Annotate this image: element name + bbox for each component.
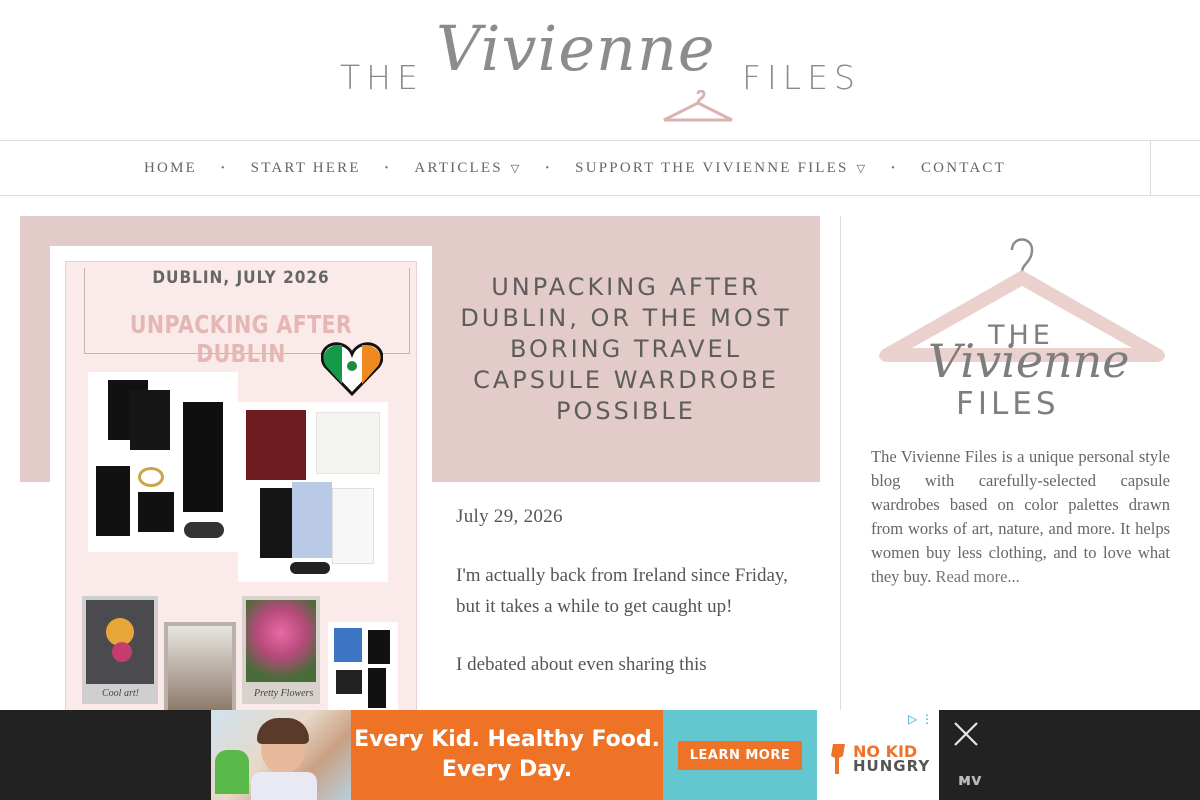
collage-date: DUBLIN, JULY 2026 xyxy=(152,268,330,288)
nav-label: START HERE xyxy=(250,159,361,176)
post-date: July 29, 2026 xyxy=(456,506,563,527)
nav-item-articles[interactable]: ARTICLES ▽ xyxy=(414,160,521,177)
bottom-ad-bar: Every Kid. Healthy Food. Every Day. LEAR… xyxy=(0,710,1200,800)
site-header: THE Vivienne FILES xyxy=(0,0,1200,140)
close-icon[interactable] xyxy=(952,720,980,748)
main-nav: HOME • START HERE • ARTICLES ▽ • SUPPORT … xyxy=(0,140,1200,196)
photo-street xyxy=(164,622,236,715)
sidebar-logo[interactable]: THE Vivienne FILES xyxy=(872,220,1172,425)
ad-headline-1: Every Kid. Healthy Food. xyxy=(354,727,660,752)
post-title-area: UNPACKING AFTER DUBLIN, OR THE MOST BORI… xyxy=(432,216,820,482)
dropdown-caret-icon: ▽ xyxy=(510,162,522,175)
nav-label: ARTICLES xyxy=(414,159,503,176)
nav-label: SUPPORT THE VIVIENNE FILES xyxy=(575,159,849,176)
ad-brand-block: ▷ ⋮ NO KID HUNGRY xyxy=(817,710,939,800)
logo-script: Vivienne xyxy=(436,12,716,85)
nav-item-contact[interactable]: CONTACT xyxy=(921,160,1006,177)
no-kid-hungry-logo: NO KID HUNGRY xyxy=(829,742,930,776)
nav-separator: • xyxy=(891,162,897,174)
post-featured-image[interactable]: DUBLIN, JULY 2026 UNPACKING AFTER DUBLIN xyxy=(50,246,432,716)
adchoices-icon[interactable]: ▷ ⋮ xyxy=(908,712,933,726)
nav-label: HOME xyxy=(144,159,197,176)
read-more-link[interactable]: Read more... xyxy=(935,567,1019,586)
caption-pretty-flowers: Pretty Flowers xyxy=(254,688,314,699)
nav-separator: • xyxy=(220,162,227,174)
learn-more-button[interactable]: LEARN MORE xyxy=(677,740,803,770)
nav-separator: • xyxy=(545,162,552,174)
outfit-panel-cardigan xyxy=(238,402,388,582)
about-text: The Vivienne Files is a unique personal … xyxy=(871,447,1170,586)
sidebar-about: The Vivienne Files is a unique personal … xyxy=(871,445,1170,589)
nav-list: HOME • START HERE • ARTICLES ▽ • SUPPORT … xyxy=(0,141,1200,195)
sidebar-logo-script: Vivienne xyxy=(928,334,1130,388)
post-paragraph: I'm actually back from Ireland since Fri… xyxy=(456,565,788,617)
nav-item-start-here[interactable]: START HERE xyxy=(251,160,361,177)
sidebar-divider xyxy=(840,216,841,716)
logo-files: FILES xyxy=(742,58,861,97)
site-logo[interactable]: THE Vivienne FILES xyxy=(340,12,864,122)
ad-headline-block: Every Kid. Healthy Food. Every Day. xyxy=(351,710,663,800)
ad-headline-2: Every Day. xyxy=(441,757,573,782)
brand-line-2: HUNGRY xyxy=(853,757,931,775)
nav-search-toggle[interactable] xyxy=(1150,141,1200,195)
post-paragraph: I debated about even sharing this xyxy=(456,654,707,675)
hanger-icon xyxy=(663,90,733,122)
ad-photo-kids xyxy=(211,710,351,800)
post-title[interactable]: UNPACKING AFTER DUBLIN, OR THE MOST BORI… xyxy=(456,272,796,427)
fork-icon xyxy=(831,744,845,774)
sidebar-logo-files: FILES xyxy=(956,386,1060,422)
nav-item-home[interactable]: HOME xyxy=(144,160,197,177)
caption-cool-art: Cool art! xyxy=(102,688,139,699)
nav-label: CONTACT xyxy=(920,159,1006,176)
nav-separator: • xyxy=(384,162,391,174)
outfit-panel-black xyxy=(88,372,238,552)
ad-cta-block: LEARN MORE xyxy=(663,710,817,800)
dropdown-caret-icon: ▽ xyxy=(856,162,868,175)
collage-image: DUBLIN, JULY 2026 UNPACKING AFTER DUBLIN xyxy=(65,261,417,716)
mediavine-icon: ᴍᴠ xyxy=(958,770,982,789)
irish-heart-icon xyxy=(321,342,383,397)
logo-the: THE xyxy=(340,58,424,97)
nav-item-support[interactable]: SUPPORT THE VIVIENNE FILES ▽ xyxy=(575,160,867,177)
post-body: I'm actually back from Ireland since Fri… xyxy=(456,561,801,709)
outfit-panel-blue xyxy=(328,622,398,712)
ad-banner[interactable]: Every Kid. Healthy Food. Every Day. LEAR… xyxy=(211,710,939,800)
